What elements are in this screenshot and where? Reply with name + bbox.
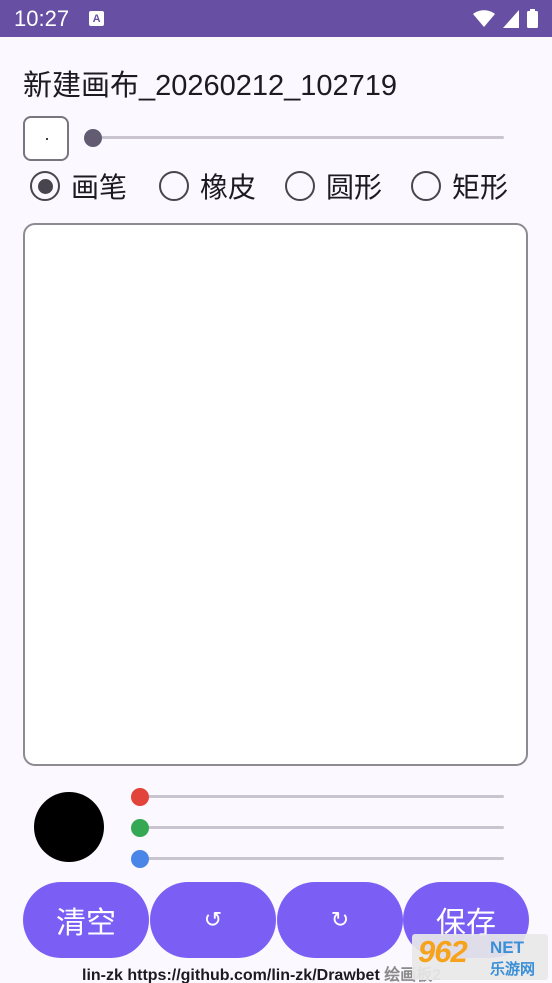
radio-checked-icon[interactable]: [30, 171, 60, 201]
page-title: 新建画布_20260212_102719: [23, 70, 398, 102]
tool-label: 圆形: [326, 171, 383, 204]
tool-radio-group: 画笔 橡皮 圆形 矩形: [30, 166, 530, 206]
radio-unchecked-icon[interactable]: [159, 171, 189, 201]
footer-credit: lin-zk https://github.com/lin-zk/Drawbet…: [82, 961, 441, 983]
redo-icon: ↻: [330, 907, 350, 933]
brush-size-preview: [23, 116, 69, 161]
clear-button[interactable]: 清空: [23, 882, 149, 958]
wifi-icon: [473, 9, 495, 27]
watermark-number: 962: [418, 934, 468, 969]
brush-size-slider-track[interactable]: [94, 136, 504, 139]
status-time: 10:27: [14, 5, 70, 31]
watermark-net: NET: [490, 938, 524, 957]
signal-icon: [503, 9, 519, 28]
tool-option-circle[interactable]: 圆形: [285, 166, 382, 206]
radio-unchecked-icon[interactable]: [285, 171, 315, 201]
blue-slider-track[interactable]: [140, 857, 504, 860]
green-slider-thumb[interactable]: [131, 819, 149, 837]
tool-option-rectangle[interactable]: 矩形: [411, 166, 508, 206]
tool-option-brush[interactable]: 画笔: [30, 166, 127, 206]
notification-icon: A: [89, 11, 105, 26]
undo-icon: ↺: [203, 907, 223, 933]
tool-label: 橡皮: [200, 171, 257, 204]
current-color-swatch: [34, 792, 104, 862]
tool-label: 画笔: [71, 171, 128, 204]
battery-icon: [527, 9, 538, 28]
status-icons: [473, 9, 538, 28]
red-slider-track[interactable]: [140, 795, 504, 798]
brush-size-slider-thumb[interactable]: [84, 129, 102, 147]
status-bar: 10:27 A: [0, 0, 552, 37]
tool-label: 矩形: [452, 171, 509, 204]
undo-button[interactable]: ↺: [150, 882, 276, 958]
watermark-site: 乐游网: [490, 960, 536, 978]
radio-unchecked-icon[interactable]: [411, 171, 441, 201]
blue-slider-thumb[interactable]: [131, 850, 149, 868]
red-slider-thumb[interactable]: [131, 788, 149, 806]
footer-text: lin-zk https://github.com/lin-zk/Drawbet: [82, 967, 380, 983]
tool-option-eraser[interactable]: 橡皮: [159, 166, 256, 206]
redo-button[interactable]: ↻: [277, 882, 403, 958]
brush-dot-icon: [46, 138, 48, 140]
green-slider-track[interactable]: [140, 826, 504, 829]
watermark-logo: 962 NET 乐游网: [412, 934, 548, 980]
drawing-canvas[interactable]: [23, 223, 528, 766]
